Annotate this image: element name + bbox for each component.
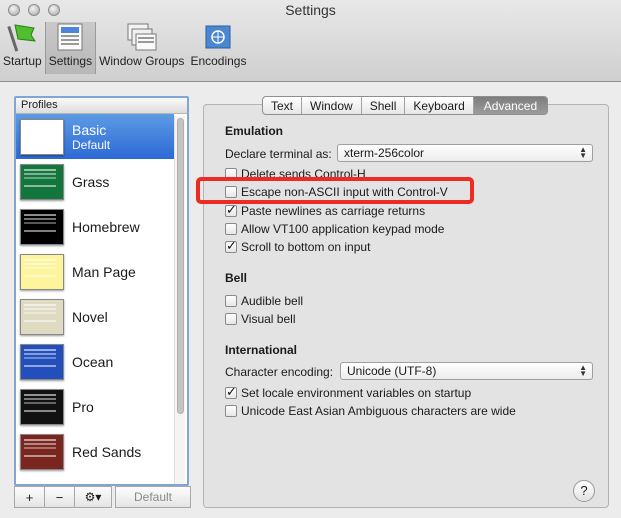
set-locale-env-checkbox[interactable]: Set locale environment variables on star… — [225, 384, 472, 400]
set-default-profile-button[interactable]: Default — [115, 486, 191, 508]
profile-text: Basic Default — [72, 122, 110, 152]
profile-thumbnail — [20, 433, 64, 470]
settings-icon — [57, 23, 83, 51]
add-profile-button[interactable]: + — [14, 486, 45, 508]
profile-thumbnail — [20, 163, 64, 200]
profile-row-pro[interactable]: Pro — [16, 384, 174, 429]
profile-text: Red Sands — [72, 444, 141, 460]
toolbar-window-groups[interactable]: Window Groups — [96, 22, 187, 74]
tab-shell[interactable]: Shell — [362, 97, 406, 114]
profile-text: Ocean — [72, 354, 113, 370]
profiles-button-bar: + − ⚙▾ Default — [14, 486, 191, 508]
checkbox-box[interactable] — [225, 384, 237, 400]
toolbar: Startup Settings Window Groups Encodings — [0, 22, 249, 78]
declare-terminal-value: xterm-256color — [344, 146, 425, 160]
checkbox-label: Visual bell — [241, 312, 296, 326]
profile-row-ocean[interactable]: Ocean — [16, 339, 174, 384]
profiles-scrollbar[interactable] — [174, 116, 185, 484]
profile-name: Man Page — [72, 263, 136, 280]
profile-text: Man Page — [72, 264, 136, 280]
audible-bell-checkbox[interactable]: Audible bell — [225, 294, 303, 308]
profile-thumbnail — [20, 343, 64, 380]
profile-row-basic[interactable]: Basic Default — [16, 114, 174, 159]
character-encoding-label: Character encoding: — [225, 365, 334, 379]
profile-row-novel[interactable]: Novel — [16, 294, 174, 339]
checkbox-box[interactable] — [225, 238, 237, 254]
profile-name: Red Sands — [72, 443, 142, 460]
checkbox-label: Paste newlines as carriage returns — [241, 204, 426, 218]
profile-name: Grass — [72, 173, 110, 190]
encodings-flag-icon — [205, 25, 231, 49]
profiles-scroll-thumb[interactable] — [177, 118, 184, 414]
annotation-highlight-box — [196, 177, 474, 204]
tab-advanced[interactable]: Advanced — [473, 97, 548, 114]
allow-vt100-keypad-checkbox[interactable]: Allow VT100 application keypad mode — [225, 222, 444, 236]
profile-thumbnail — [20, 388, 64, 425]
toolbar-startup-label: Startup — [3, 54, 42, 68]
help-button[interactable]: ? — [573, 480, 595, 502]
declare-terminal-label: Declare terminal as: — [225, 147, 332, 161]
remove-profile-button[interactable]: − — [44, 486, 75, 508]
profile-row-grass[interactable]: Grass — [16, 159, 174, 204]
profile-thumbnail — [20, 253, 64, 290]
profile-name: Pro — [72, 398, 94, 415]
profiles-header: Profiles — [16, 98, 187, 114]
checkbox-box[interactable] — [225, 313, 237, 325]
profile-name: Homebrew — [72, 218, 140, 235]
visual-bell-checkbox[interactable]: Visual bell — [225, 312, 295, 326]
east-asian-ambiguous-wide-checkbox[interactable]: Unicode East Asian Ambiguous characters … — [225, 404, 516, 418]
profiles-rows: Basic Default Grass Homebrew Man Page Novel Oc… — [16, 114, 174, 474]
profile-text: Grass — [72, 174, 109, 190]
profiles-list[interactable]: Profiles Basic Default Grass Homebrew Man Pa… — [14, 96, 189, 486]
profile-name: Basic — [72, 121, 107, 138]
declare-terminal-select[interactable]: xterm-256color ▲ ▼ — [337, 144, 593, 162]
checkbox-box[interactable] — [225, 405, 237, 417]
checkbox-box[interactable] — [225, 295, 237, 307]
profile-row-man-page[interactable]: Man Page — [16, 249, 174, 294]
checkbox-label: Unicode East Asian Ambiguous characters … — [241, 404, 516, 418]
title-bar: Settings Startup Settings Window Groups … — [0, 0, 621, 82]
scroll-to-bottom-checkbox[interactable]: Scroll to bottom on input — [225, 238, 371, 254]
profile-row-homebrew[interactable]: Homebrew — [16, 204, 174, 249]
profile-text: Novel — [72, 309, 108, 325]
checkbox-box[interactable] — [225, 223, 237, 235]
profile-default-label: Default — [72, 137, 111, 152]
toolbar-window-groups-label: Window Groups — [99, 54, 185, 68]
profile-actions-gear-button[interactable]: ⚙▾ — [74, 486, 112, 508]
character-encoding-value: Unicode (UTF-8) — [347, 364, 437, 378]
profile-thumbnail — [20, 118, 64, 155]
profile-text: Homebrew — [72, 219, 140, 235]
popup-arrows-icon: ▲ ▼ — [579, 363, 587, 378]
profile-name: Novel — [72, 308, 108, 325]
international-heading: International — [225, 343, 298, 357]
profile-name: Ocean — [72, 353, 114, 370]
character-encoding-select[interactable]: Unicode (UTF-8) ▲ ▼ — [340, 362, 593, 380]
toolbar-settings-label: Settings — [48, 54, 93, 68]
tab-window[interactable]: Window — [302, 97, 362, 114]
bell-heading: Bell — [225, 271, 248, 285]
window-groups-icon — [127, 23, 157, 51]
toolbar-settings[interactable]: Settings — [44, 22, 97, 74]
toolbar-encodings-label: Encodings — [190, 54, 247, 68]
profile-thumbnail — [20, 208, 64, 245]
checkbox-label: Scroll to bottom on input — [241, 240, 371, 254]
profile-row-red-sands[interactable]: Red Sands — [16, 429, 174, 474]
tab-text[interactable]: Text — [263, 97, 303, 114]
tab-keyboard[interactable]: Keyboard — [405, 97, 474, 114]
checkbox-label: Set locale environment variables on star… — [241, 386, 472, 400]
settings-tabs: Text Window Shell Keyboard Advanced — [262, 96, 549, 115]
checkbox-label: Allow VT100 application keypad mode — [241, 222, 445, 236]
window-title: Settings — [285, 2, 336, 18]
checkbox-label: Audible bell — [241, 294, 304, 308]
startup-flag-icon — [7, 24, 37, 52]
profile-text: Pro — [72, 399, 94, 415]
emulation-heading: Emulation — [225, 124, 284, 138]
checkbox-box[interactable] — [225, 202, 237, 218]
paste-newlines-checkbox[interactable]: Paste newlines as carriage returns — [225, 202, 426, 218]
popup-arrows-icon: ▲ ▼ — [579, 145, 587, 160]
profile-thumbnail — [20, 298, 64, 335]
toolbar-startup[interactable]: Startup — [0, 22, 45, 74]
toolbar-encodings[interactable]: Encodings — [187, 22, 249, 74]
